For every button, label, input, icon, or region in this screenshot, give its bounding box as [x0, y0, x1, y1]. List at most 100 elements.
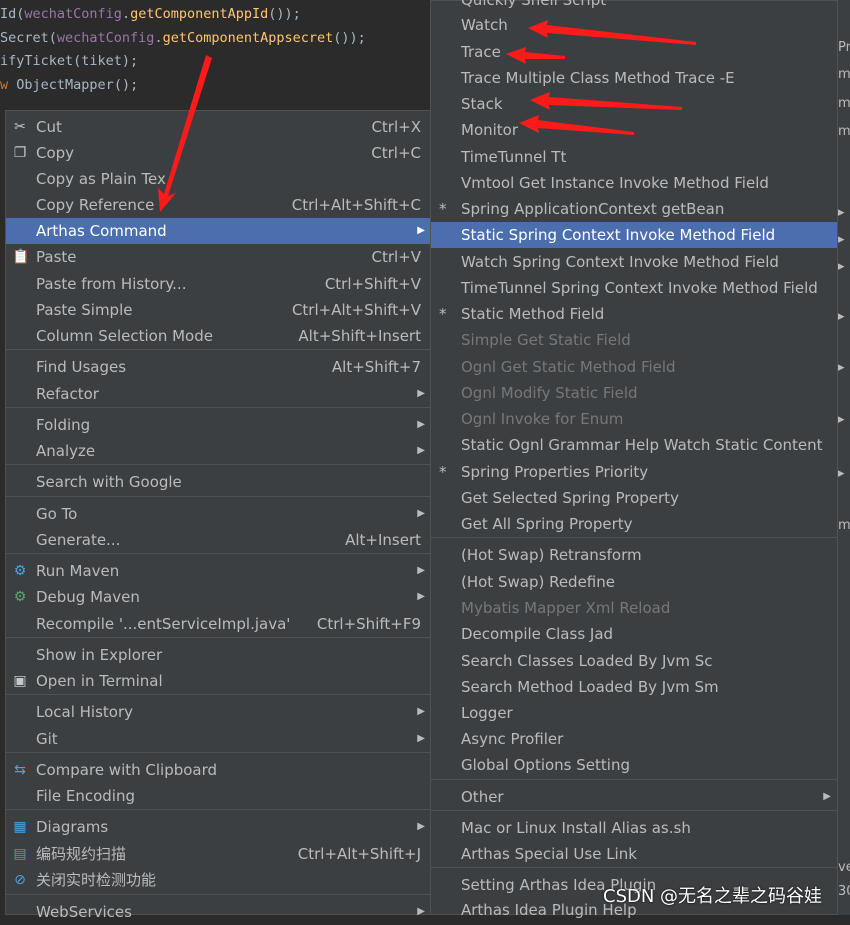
menu-item-shortcut: Alt+Shift+7 — [331, 358, 421, 376]
submenu-arrow-icon: ▶ — [417, 733, 425, 744]
menu-item-watch[interactable]: Watch — [431, 12, 837, 38]
menu-item-shortcut: Ctrl+Alt+Shift+C — [291, 196, 421, 214]
menu-separator — [6, 407, 431, 408]
menu-item-async-profiler[interactable]: Async Profiler — [431, 726, 837, 752]
menu-item-item[interactable]: ▤ 编码规约扫描 Ctrl+Alt+Shift+J — [6, 841, 431, 867]
menu-item-arthas-special-use-link[interactable]: Arthas Special Use Link — [431, 841, 837, 867]
menu-item-hot-swap-retransform[interactable]: (Hot Swap) Retransform — [431, 542, 837, 568]
menu-item-label: Copy as Plain Tex — [36, 170, 166, 188]
menu-item-vmtool-get-instance-invoke-method-field[interactable]: Vmtool Get Instance Invoke Method Field — [431, 170, 837, 196]
menu-item-paste[interactable]: 📋 Paste Ctrl+V — [6, 244, 431, 270]
menu-item-recompile-entserviceimpl-java[interactable]: Recompile '...entServiceImpl.java' Ctrl+S… — [6, 611, 431, 637]
menu-item-copy-reference[interactable]: Copy Reference Ctrl+Alt+Shift+C — [6, 192, 431, 218]
menu-item-shortcut: Ctrl+Alt+Shift+V — [291, 301, 421, 319]
menu-item-shortcut: Ctrl+X — [371, 118, 421, 136]
menu-item-static-spring-context-invoke-method-field[interactable]: Static Spring Context Invoke Method Fiel… — [431, 222, 837, 248]
menu-item-other[interactable]: Other ▶ — [431, 784, 837, 810]
menu-item-local-history[interactable]: Local History ▶ — [6, 699, 431, 725]
menu-item-debug-maven[interactable]: ⚙ Debug Maven ▶ — [6, 584, 431, 610]
menu-item-monitor[interactable]: Monitor — [431, 117, 837, 143]
menu-item-cut[interactable]: ✂ Cut Ctrl+X — [6, 114, 431, 140]
menu-item-get-selected-spring-property[interactable]: Get Selected Spring Property — [431, 485, 837, 511]
ide-strip-glyph: ▸ — [838, 232, 845, 247]
menu-item-label: Open in Terminal — [36, 672, 163, 690]
menu-item-label: Arthas Special Use Link — [461, 845, 637, 863]
menu-item-get-all-spring-property[interactable]: Get All Spring Property — [431, 511, 837, 537]
menu-item-trace[interactable]: Trace — [431, 39, 837, 65]
menu-item-find-usages[interactable]: Find Usages Alt+Shift+7 — [6, 354, 431, 380]
menu-item-paste-simple[interactable]: Paste Simple Ctrl+Alt+Shift+V — [6, 297, 431, 323]
menu-item-refactor[interactable]: Refactor ▶ — [6, 381, 431, 407]
menu-item-label: Recompile '...entServiceImpl.java' — [36, 615, 291, 633]
menu-item-label: Logger — [461, 704, 513, 722]
scan-icon: ▤ — [13, 846, 27, 862]
menu-item-shortcut: Ctrl+V — [371, 248, 421, 266]
menu-item-copy[interactable]: ❐ Copy Ctrl+C — [6, 140, 431, 166]
scissors-icon: ✂ — [14, 119, 26, 135]
menu-item-copy-as-plain-tex[interactable]: Copy as Plain Tex — [6, 166, 431, 192]
menu-item-stack[interactable]: Stack — [431, 91, 837, 117]
menu-item-trace-multiple-class-method-trace-e[interactable]: Trace Multiple Class Method Trace -E — [431, 65, 837, 91]
menu-separator — [431, 537, 837, 538]
menu-item-shortcut: Ctrl+C — [371, 144, 421, 162]
menu-separator — [6, 894, 431, 895]
menu-item-global-options-setting[interactable]: Global Options Setting — [431, 752, 837, 778]
menu-item-search-with-google[interactable]: Search with Google — [6, 469, 431, 495]
menu-item-folding[interactable]: Folding ▶ — [6, 412, 431, 438]
menu-item-logger[interactable]: Logger — [431, 700, 837, 726]
menu-item-label: Copy — [36, 144, 75, 162]
submenu-arrow-icon: ▶ — [417, 419, 425, 430]
menu-item-label: Ognl Get Static Method Field — [461, 358, 676, 376]
menu-item-spring-applicationcontext-getbean[interactable]: * Spring ApplicationContext getBean — [431, 196, 837, 222]
menu-item-mac-or-linux-install-alias-as-sh[interactable]: Mac or Linux Install Alias as.sh — [431, 815, 837, 841]
menu-item-column-selection-mode[interactable]: Column Selection Mode Alt+Shift+Insert — [6, 323, 431, 349]
submenu-arrow-icon: ▶ — [417, 508, 425, 519]
menu-item-label: File Encoding — [36, 787, 135, 805]
menu-item-static-ognl-grammar-help-watch-static-content[interactable]: Static Ognl Grammar Help Watch Static Co… — [431, 432, 837, 458]
menu-item-label: Get All Spring Property — [461, 515, 633, 533]
menu-separator — [6, 694, 431, 695]
menu-item-arthas-command[interactable]: Arthas Command ▶ — [6, 218, 431, 244]
menu-item-label: Paste Simple — [36, 301, 133, 319]
menu-item-webservices[interactable]: WebServices ▶ — [6, 899, 431, 925]
ide-strip-glyph: m — [838, 67, 850, 82]
menu-item-label: Mybatis Mapper Xml Reload — [461, 599, 671, 617]
menu-item-paste-from-history[interactable]: Paste from History... Ctrl+Shift+V — [6, 271, 431, 297]
menu-item-run-maven[interactable]: ⚙ Run Maven ▶ — [6, 558, 431, 584]
menu-item-go-to[interactable]: Go To ▶ — [6, 501, 431, 527]
ide-strip-glyph: m — [838, 96, 850, 111]
menu-item-item[interactable]: ⊘ 关闭实时检测功能 — [6, 867, 431, 893]
menu-item-label: Mac or Linux Install Alias as.sh — [461, 819, 691, 837]
menu-item-label: Paste — [36, 248, 77, 266]
menu-item-label: Async Profiler — [461, 730, 564, 748]
menu-item-generate[interactable]: Generate... Alt+Insert — [6, 527, 431, 553]
menu-item-timetunnel-spring-context-invoke-method-field[interactable]: TimeTunnel Spring Context Invoke Method … — [431, 275, 837, 301]
menu-item-search-classes-loaded-by-jvm-sc[interactable]: Search Classes Loaded By Jvm Sc — [431, 648, 837, 674]
editor-context-menu: ✂ Cut Ctrl+X ❐ Copy Ctrl+C Copy as Plain Tex Co… — [5, 110, 432, 921]
submenu-arrow-icon: ▶ — [823, 791, 831, 802]
menu-item-spring-properties-priority[interactable]: * Spring Properties Priority — [431, 459, 837, 485]
menu-item-search-method-loaded-by-jvm-sm[interactable]: Search Method Loaded By Jvm Sm — [431, 674, 837, 700]
clipboard-icon: 📋 — [12, 249, 30, 265]
menu-item-analyze[interactable]: Analyze ▶ — [6, 438, 431, 464]
menu-item-hot-swap-redefine[interactable]: (Hot Swap) Redefine — [431, 569, 837, 595]
menu-item-label: Go To — [36, 505, 78, 523]
menu-item-decompile-class-jad[interactable]: Decompile Class Jad — [431, 621, 837, 647]
menu-item-label: Watch — [461, 16, 508, 34]
menu-item-label: Run Maven — [36, 562, 120, 580]
ide-strip-glyph: ▸ — [838, 259, 845, 274]
menu-item-watch-spring-context-invoke-method-field[interactable]: Watch Spring Context Invoke Method Field — [431, 249, 837, 275]
menu-item-show-in-explorer[interactable]: Show in Explorer — [6, 642, 431, 668]
menu-item-open-in-terminal[interactable]: ▣ Open in Terminal — [6, 668, 431, 694]
submenu-arrow-icon: ▶ — [417, 906, 425, 917]
menu-item-static-method-field[interactable]: * Static Method Field — [431, 301, 837, 327]
menu-item-timetunnel-tt[interactable]: TimeTunnel Tt — [431, 144, 837, 170]
menu-item-label: Static Spring Context Invoke Method Fiel… — [461, 226, 776, 244]
menu-item-git[interactable]: Git ▶ — [6, 726, 431, 752]
menu-item-file-encoding[interactable]: File Encoding — [6, 783, 431, 809]
menu-item-compare-with-clipboard[interactable]: ⇆ Compare with Clipboard — [6, 757, 431, 783]
ide-strip-glyph: ▸ — [838, 412, 845, 427]
menu-separator — [6, 349, 431, 350]
menu-item-label: Get Selected Spring Property — [461, 489, 679, 507]
menu-item-diagrams[interactable]: ▦ Diagrams ▶ — [6, 814, 431, 840]
